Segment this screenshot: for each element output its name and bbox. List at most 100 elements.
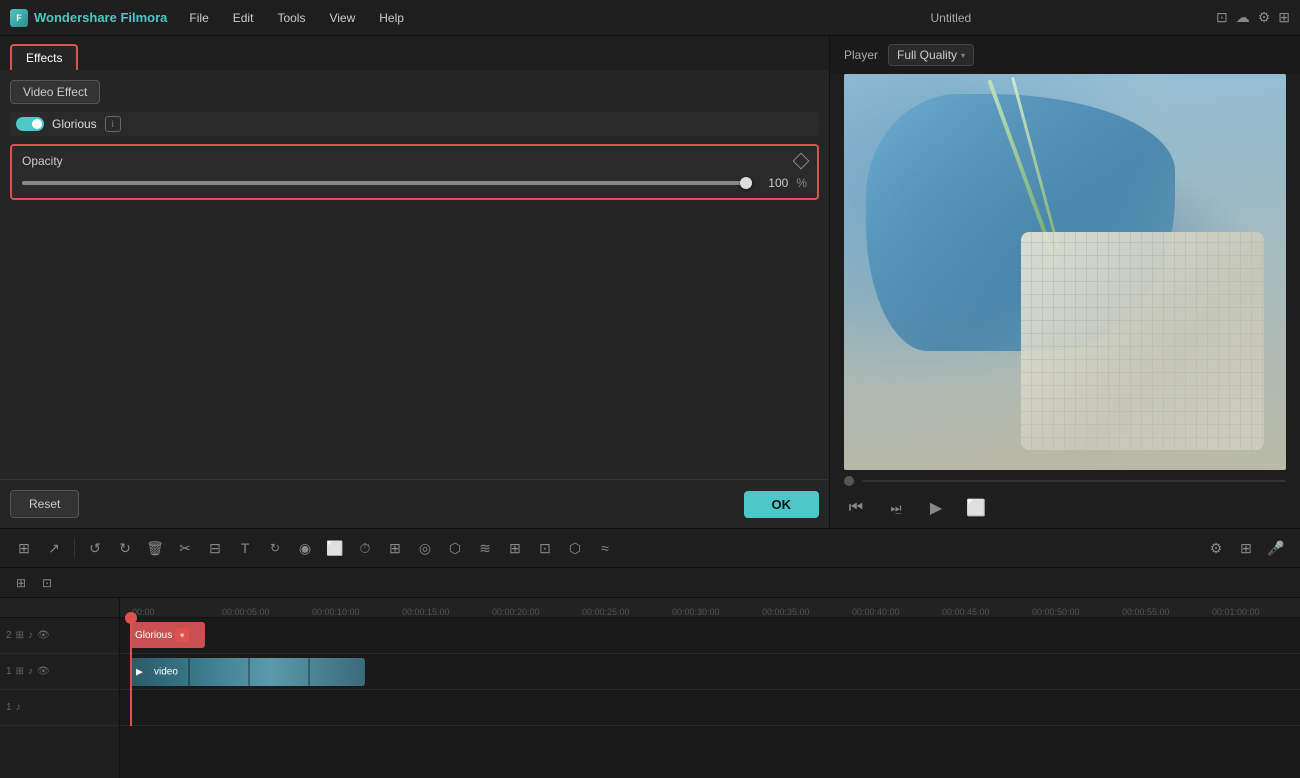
video-play-icon: ▶ [136,667,143,678]
toolbar-undo-btn[interactable]: ↺ [81,534,109,562]
ruler-mark-10: 00:00:50:00 [1030,607,1120,617]
toolbar-rotate-btn[interactable]: ↻ [261,534,289,562]
menu-tools[interactable]: Tools [267,7,315,29]
ruler-mark-11: 00:00:55:00 [1120,607,1210,617]
video-preview [844,74,1286,470]
opacity-control: Opacity 100 % [10,144,819,200]
logo-icon: F [10,9,28,27]
playhead[interactable] [130,618,132,726]
timeline-header: ⊞ ⊡ [0,568,1300,598]
slider-thumb[interactable] [740,177,752,189]
toolbar-color-btn[interactable]: ⬡ [561,534,589,562]
opacity-value[interactable]: 100 [760,176,788,190]
quality-dropdown[interactable]: Full Quality ▾ [888,44,974,66]
grid-icon[interactable]: ⊞ [1278,9,1290,26]
toolbar-info-btn[interactable]: ⊞ [1232,534,1260,562]
toolbar-delete-btn[interactable]: 🗑 [141,534,169,562]
video-vials [1021,232,1264,450]
ruler-mark-2: 00:00:10:00 [310,607,400,617]
ruler-mark-5: 00:00:25:00 [580,607,670,617]
progress-bar[interactable] [862,480,1286,482]
quality-label: Full Quality [897,48,957,62]
toolbar-composite-btn[interactable]: ⊡ [531,534,559,562]
panel-content: Video Effect Glorious i Opacity 100 [0,70,829,479]
track-add-icon[interactable]: ⊞ [16,630,24,641]
toolbar-mask-btn[interactable]: ⬜ [321,534,349,562]
track-labels: 2 ⊞ ♪ 👁 1 ⊞ ♪ 👁 1 ♪ [0,598,120,778]
slider-row: 100 % [22,176,807,190]
effect-toggle[interactable] [16,117,44,131]
window-controls: ⊡ ☁ ⚙ ⊞ [1216,9,1290,26]
timeline-ruler-wrapper: 2 ⊞ ♪ 👁 1 ⊞ ♪ 👁 1 ♪ 00:00 00:00:05:00 [0,598,1300,778]
toolbar-split-btn[interactable]: ⊞ [501,534,529,562]
settings-icon[interactable]: ⚙ [1258,9,1271,26]
player-panel: Player Full Quality ▾ ⏮ ⏭̲ ▶ ⬜ [830,36,1300,528]
effects-panel: Effects Video Effect Glorious i Opacity [0,36,830,528]
toolbar-mic-btn[interactable]: 🎤 [1262,534,1290,562]
player-label: Player [844,48,878,62]
app-logo: F Wondershare Filmora [10,9,167,27]
frame-back-button[interactable]: ⏭̲ [884,496,908,520]
track-eye-icon2[interactable]: 👁 [37,666,50,677]
player-progress [830,470,1300,492]
play-button[interactable]: ▶ [924,496,948,520]
monitor-icon[interactable]: ⊡ [1216,9,1228,26]
menu-help[interactable]: Help [369,7,414,29]
timeline-tracks: 00:00 00:00:05:00 00:00:10:00 00:00:15:0… [120,598,1300,778]
progress-dot[interactable] [844,476,854,486]
track-audio-icon[interactable]: ♪ [28,630,33,641]
cloud-icon[interactable]: ☁ [1236,9,1250,26]
video-effect-button[interactable]: Video Effect [10,80,100,104]
toolbar-cut-btn[interactable]: ✂ [171,534,199,562]
ruler-marks: 00:00 00:00:05:00 00:00:10:00 00:00:15:0… [130,607,1300,617]
main-area: Effects Video Effect Glorious i Opacity [0,36,1300,528]
toolbar-effect-btn[interactable]: ◉ [291,534,319,562]
effect-info-icon[interactable]: i [105,116,121,132]
toolbar-crop-btn[interactable]: ⊟ [201,534,229,562]
timeline-tools: ⊞ ⊡ [10,572,58,594]
opacity-header: Opacity [22,154,807,168]
track-row-1: ▶ video [120,654,1300,690]
toolbar-motion-btn[interactable]: ◎ [411,534,439,562]
toolbar-text-btn[interactable]: T [231,534,259,562]
playhead-head [125,612,137,624]
toolbar-transform-btn[interactable]: ⊞ [381,534,409,562]
glorious-clip[interactable]: Glorious ♥ [130,622,205,648]
track-eye-icon[interactable]: 👁 [37,630,50,641]
track-label-1: 1 ⊞ ♪ 👁 [0,654,119,690]
track-audio-icon2[interactable]: ♪ [28,666,33,677]
video-frame [844,74,1286,470]
menu-file[interactable]: File [179,7,218,29]
track-row-2: Glorious ♥ [120,618,1300,654]
heart-badge: ♥ [175,628,189,642]
ok-button[interactable]: OK [744,491,820,518]
toolbar-time-btn[interactable]: ⏱ [351,534,379,562]
toolbar-audio-btn[interactable]: ≋ [471,534,499,562]
tl-link-btn[interactable]: ⊞ [10,572,32,594]
toolbar-redo-btn[interactable]: ↻ [111,534,139,562]
toolbar-settings-btn[interactable]: ⚙ [1202,534,1230,562]
app-name: Wondershare Filmora [34,10,167,25]
ruler-mark-3: 00:00:15:00 [400,607,490,617]
toolbar-stabilize-btn[interactable]: ⬡ [441,534,469,562]
glorious-clip-label: Glorious [135,630,172,641]
video-clip[interactable]: ▶ video [130,658,365,686]
tab-effects[interactable]: Effects [10,44,78,70]
tl-magnet-btn[interactable]: ⊡ [36,572,58,594]
keyframe-diamond-icon[interactable] [793,153,810,170]
toolbar-view-btn[interactable]: ⊞ [10,534,38,562]
ruler-mark-4: 00:00:20:00 [490,607,580,617]
panel-tabs: Effects [0,36,829,70]
menu-view[interactable]: View [319,7,365,29]
toolbar-voice-btn[interactable]: ≈ [591,534,619,562]
opacity-slider[interactable] [22,181,752,185]
reset-button[interactable]: Reset [10,490,79,518]
menu-edit[interactable]: Edit [223,7,264,29]
fullscreen-button[interactable]: ⬜ [964,496,988,520]
step-back-button[interactable]: ⏮ [844,496,868,520]
toolbar-select-btn[interactable]: ↗ [40,534,68,562]
track-add-icon2[interactable]: ⊞ [16,666,24,677]
menu-bar: File Edit Tools View Help [179,7,685,29]
percent-sign: % [796,176,807,190]
track-music-icon[interactable]: ♪ [16,702,21,713]
